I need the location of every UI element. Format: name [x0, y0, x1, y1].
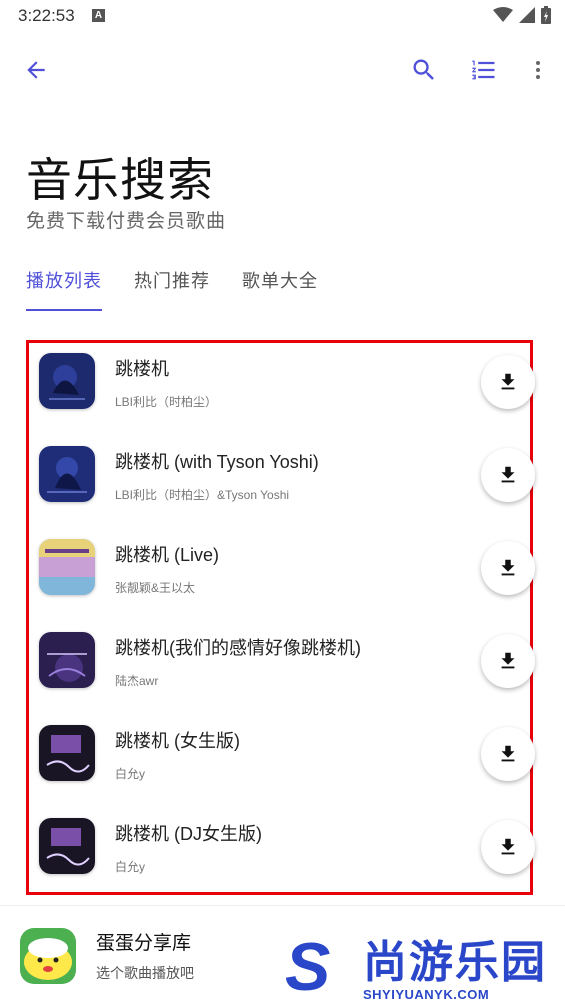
song-row[interactable]: 跳楼机 (Live) 张靓颖&王以太 [29, 533, 535, 625]
song-artist: 白允y [115, 767, 146, 781]
app-bar [0, 40, 565, 100]
song-title: 跳楼机(我们的感情好像跳楼机) [115, 638, 361, 658]
notification-a-icon: A [92, 9, 105, 22]
download-icon [501, 373, 515, 390]
song-title: 跳楼机 (女生版) [115, 731, 240, 751]
tab-hot-recommend[interactable]: 热门推荐 [134, 266, 210, 312]
more-vert-icon [536, 61, 540, 79]
song-title: 跳楼机 (DJ女生版) [115, 824, 262, 844]
song-artist: LBI利比（时柏尘） [115, 395, 218, 409]
watermark-url: SHYIYUANYK.COM [363, 987, 490, 1002]
download-icon [501, 466, 515, 483]
album-cover [39, 446, 95, 502]
more-options-button[interactable] [520, 52, 556, 88]
song-row[interactable]: 跳楼机(我们的感情好像跳楼机) 陆杰awr [29, 626, 535, 718]
song-artist: LBI利比（时柏尘）&Tyson Yoshi [115, 488, 290, 502]
search-button[interactable] [406, 52, 442, 88]
download-icon [501, 559, 515, 576]
status-bar: 3:22:53 A [0, 0, 565, 32]
status-time: 3:22:53 [18, 6, 75, 25]
song-row[interactable]: 跳楼机 LBI利比（时柏尘） [29, 347, 535, 439]
page-title: 音乐搜索 [26, 154, 214, 206]
status-icons [493, 6, 551, 24]
wifi-icon [493, 7, 513, 22]
download-button[interactable] [481, 448, 535, 502]
download-button[interactable] [481, 634, 535, 688]
song-title: 跳楼机 (with Tyson Yoshi) [115, 452, 319, 472]
bottom-player-bar[interactable]: 蛋蛋分享库 选个歌曲播放吧 S 尚游乐园 SHYIYUANYK.COM [0, 905, 565, 1004]
album-cover [39, 353, 95, 409]
song-row[interactable]: 跳楼机 (DJ女生版) 白允y [29, 812, 535, 904]
search-icon [413, 59, 434, 80]
download-button[interactable] [481, 820, 535, 874]
watermark-s: S [285, 929, 331, 1004]
back-arrow-icon [27, 61, 45, 79]
song-list: 跳楼机 LBI利比（时柏尘） 跳楼机 (with Tyson Yoshi) LB… [26, 340, 535, 895]
signal-icon [519, 7, 535, 23]
album-cover [39, 539, 95, 595]
battery-icon [541, 6, 551, 24]
watermark-logo: S 尚游乐园 SHYIYUANYK.COM [285, 932, 565, 1004]
playlist-button[interactable] [466, 52, 502, 88]
album-cover [39, 818, 95, 874]
song-artist: 白允y [115, 860, 146, 874]
download-icon [501, 745, 515, 762]
watermark-text: 尚游乐园 [363, 938, 547, 987]
tab-song-collection[interactable]: 歌单大全 [242, 266, 318, 312]
song-artist: 张靓颖&王以太 [115, 581, 196, 595]
song-row[interactable]: 跳楼机 (女生版) 白允y [29, 719, 535, 811]
tab-playlist[interactable]: 播放列表 [26, 266, 102, 312]
bottom-app-name: 蛋蛋分享库 [96, 933, 192, 954]
download-icon [501, 838, 515, 855]
album-cover [39, 632, 95, 688]
tab-bar: 播放列表 热门推荐 歌单大全 [26, 266, 350, 312]
song-artist: 陆杰awr [115, 674, 159, 688]
back-button[interactable] [18, 52, 54, 88]
download-button[interactable] [481, 355, 535, 409]
app-logo-icon [18, 926, 78, 986]
page-subtitle: 免费下载付费会员歌曲 [26, 211, 227, 232]
song-title: 跳楼机 (Live) [115, 545, 220, 565]
bottom-hint: 选个歌曲播放吧 [96, 965, 194, 981]
album-cover [39, 725, 95, 781]
download-button[interactable] [481, 727, 535, 781]
download-icon [501, 652, 515, 669]
song-title: 跳楼机 [115, 359, 169, 379]
download-button[interactable] [481, 541, 535, 595]
numbered-list-icon [472, 60, 495, 80]
song-row[interactable]: 跳楼机 (with Tyson Yoshi) LBI利比（时柏尘）&Tyson … [29, 440, 535, 532]
